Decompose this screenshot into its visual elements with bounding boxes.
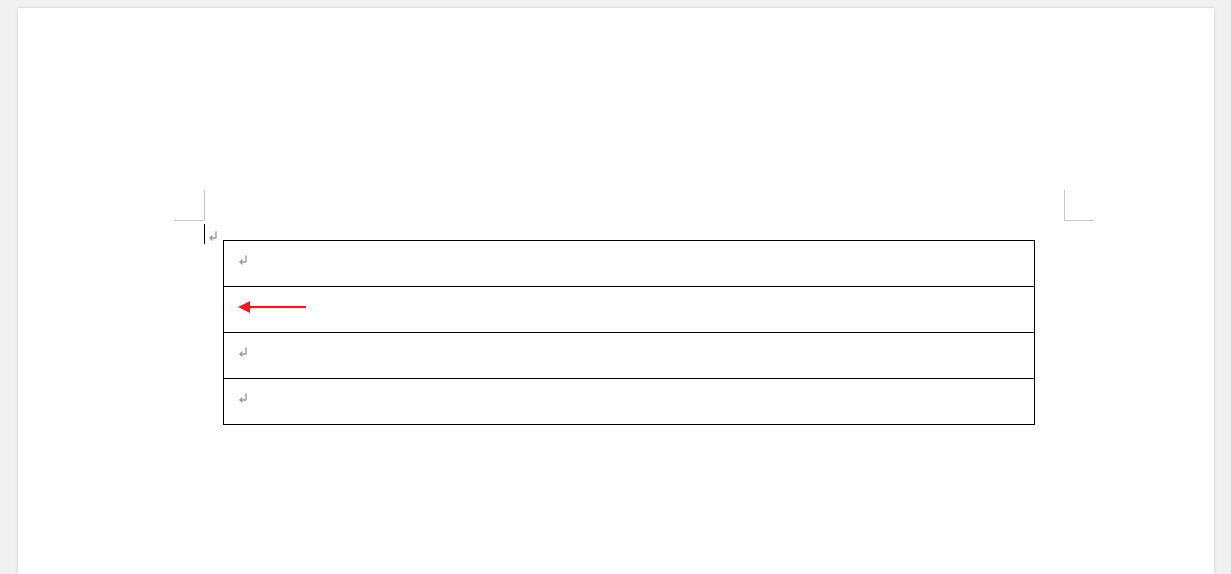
table-cell[interactable]	[224, 241, 1035, 287]
paragraph-return-icon	[236, 254, 250, 268]
arrow-left-icon	[236, 298, 308, 316]
table-row[interactable]	[224, 379, 1035, 425]
margin-guide-top-left-horizontal	[174, 220, 204, 221]
table-row[interactable]	[224, 333, 1035, 379]
document-page[interactable]	[18, 8, 1214, 574]
table-cell[interactable]	[224, 379, 1035, 425]
table-cell[interactable]	[224, 333, 1035, 379]
margin-guide-top-right-horizontal	[1064, 220, 1094, 221]
table-row[interactable]	[224, 241, 1035, 287]
margin-guide-top-left-vertical	[204, 190, 205, 220]
paragraph-return-icon	[236, 392, 250, 406]
paragraph-return-icon	[206, 230, 220, 244]
text-cursor	[204, 224, 205, 244]
paragraph-return-icon	[236, 346, 250, 360]
margin-guide-top-right-vertical	[1064, 190, 1065, 220]
table-row[interactable]	[224, 287, 1035, 333]
document-table[interactable]	[223, 240, 1035, 425]
table-cell[interactable]	[224, 287, 1035, 333]
